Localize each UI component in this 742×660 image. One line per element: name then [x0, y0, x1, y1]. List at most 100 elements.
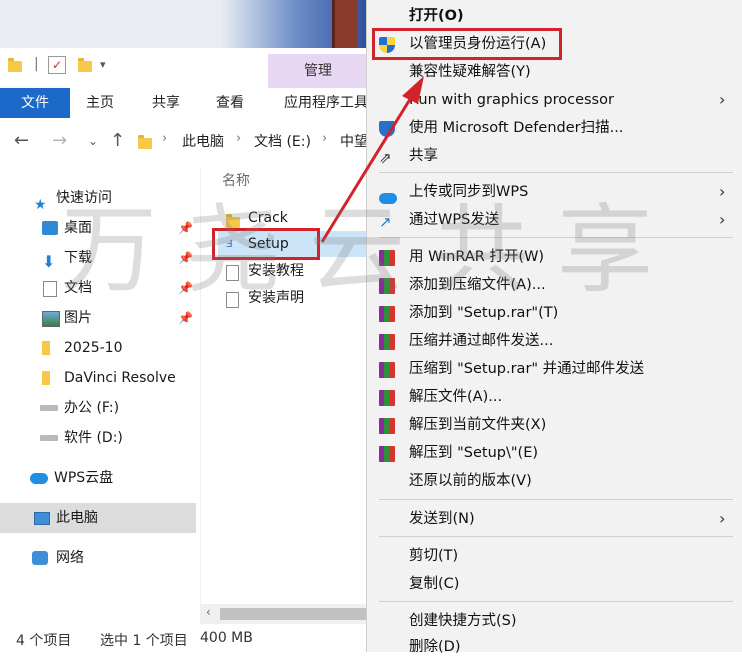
- computer-icon: [34, 512, 50, 525]
- submenu-chevron-icon: ›: [719, 509, 726, 528]
- breadcrumb-separator-icon: ›: [162, 131, 168, 146]
- winrar-icon: [379, 445, 395, 462]
- sidebar-item-pictures[interactable]: 图片 📌: [0, 303, 196, 333]
- item-count: 4 个项目: [16, 633, 72, 649]
- menu-item-wps-send[interactable]: ↗ 通过WPS发送 ›: [367, 207, 742, 233]
- winrar-icon: [379, 417, 395, 434]
- file-item-install-notice[interactable]: 安装声明: [218, 285, 368, 311]
- sidebar-item-downloads[interactable]: ⬇ 下载 📌: [0, 243, 196, 273]
- winrar-icon: [379, 249, 395, 266]
- tab-share[interactable]: 共享: [152, 88, 180, 118]
- new-folder-icon[interactable]: [78, 58, 92, 76]
- scrollbar-thumb[interactable]: [220, 608, 368, 620]
- file-item-install-guide[interactable]: 安装教程: [218, 258, 368, 284]
- forward-arrow-icon[interactable]: →: [52, 130, 67, 151]
- breadcrumb-separator-icon: ›: [322, 131, 328, 146]
- menu-item-create-shortcut[interactable]: 创建快捷方式(S): [367, 608, 742, 634]
- sidebar-item-network[interactable]: 网络: [0, 543, 196, 573]
- menu-divider: [379, 499, 733, 500]
- drive-icon: [40, 405, 58, 411]
- menu-divider: [379, 172, 733, 173]
- menu-item-run-with-gpu[interactable]: Run with graphics processor ›: [367, 87, 742, 113]
- menu-item-defender-scan[interactable]: 使用 Microsoft Defender扫描...: [367, 115, 742, 141]
- recent-locations-chevron-icon[interactable]: ⌄: [88, 134, 98, 148]
- tab-app-tools[interactable]: 应用程序工具: [284, 88, 368, 118]
- send-icon: ↗: [379, 213, 392, 231]
- menu-item-compress-setup-email[interactable]: 压缩到 "Setup.rar" 并通过邮件发送: [367, 356, 742, 382]
- sidebar-item-2025-10[interactable]: 2025-10: [0, 333, 196, 363]
- properties-icon[interactable]: ✓: [48, 56, 66, 74]
- pin-icon[interactable]: 📌: [178, 243, 193, 273]
- sidebar-item-quick-access[interactable]: ★ 快速访问: [0, 183, 196, 213]
- menu-item-cut[interactable]: 剪切(T): [367, 543, 742, 569]
- drive-icon: [40, 435, 58, 441]
- menu-item-compatibility-troubleshoot[interactable]: 兼容性疑难解答(Y): [367, 59, 742, 85]
- pin-icon[interactable]: 📌: [178, 213, 193, 243]
- menu-item-extract-files[interactable]: 解压文件(A)...: [367, 384, 742, 410]
- menu-item-compress-email[interactable]: 压缩并通过邮件发送...: [367, 328, 742, 354]
- column-header-name[interactable]: 名称: [222, 170, 250, 190]
- status-bar: 4 个项目 选中 1 个项目 400 MB: [0, 626, 368, 652]
- menu-item-send-to[interactable]: 发送到(N) ›: [367, 506, 742, 532]
- menu-item-winrar-open[interactable]: 用 WinRAR 打开(W): [367, 244, 742, 270]
- menu-item-add-to-archive[interactable]: 添加到压缩文件(A)...: [367, 272, 742, 298]
- menu-divider: [379, 536, 733, 537]
- network-icon: [32, 551, 48, 565]
- folder-icon[interactable]: [8, 58, 22, 76]
- menu-item-extract-to-setup[interactable]: 解压到 "Setup\"(E): [367, 440, 742, 466]
- tab-view[interactable]: 查看: [216, 88, 244, 118]
- defender-shield-icon: [379, 120, 395, 137]
- sidebar-item-davinci-resolve[interactable]: DaVinci Resolve: [0, 363, 196, 393]
- submenu-chevron-icon: ›: [719, 90, 726, 109]
- winrar-icon: [379, 305, 395, 322]
- menu-item-restore-versions[interactable]: 还原以前的版本(V): [367, 468, 742, 494]
- pictures-icon: [42, 311, 60, 327]
- back-arrow-icon[interactable]: ←: [14, 130, 29, 151]
- scroll-left-icon[interactable]: ‹: [206, 605, 211, 619]
- run-as-admin-highlight-box: [372, 28, 562, 60]
- document-icon: [43, 281, 57, 297]
- menu-item-open[interactable]: 打开(O): [367, 3, 742, 29]
- breadcrumb-this-pc[interactable]: 此电脑: [182, 131, 224, 151]
- folder-icon: [138, 133, 152, 154]
- desktop-background-strip: [0, 0, 368, 48]
- up-arrow-icon[interactable]: ↑: [110, 130, 125, 151]
- sidebar-item-drive-f[interactable]: 办公 (F:): [0, 393, 196, 423]
- context-menu: 打开(O) 以管理员身份运行(A) 兼容性疑难解答(Y) Run with gr…: [366, 0, 742, 655]
- winrar-icon: [379, 277, 395, 294]
- toolbar-divider: |: [34, 56, 39, 72]
- tab-home[interactable]: 主页: [86, 88, 114, 118]
- navigation-pane: ★ 快速访问 桌面 📌 ⬇ 下载 📌 文档 📌 图片 📌 2025-10 DaV…: [0, 168, 198, 628]
- menu-item-delete[interactable]: 删除(D): [367, 634, 742, 660]
- cloud-icon: [379, 187, 397, 204]
- winrar-icon: [379, 389, 395, 406]
- sidebar-item-desktop[interactable]: 桌面 📌: [0, 213, 196, 243]
- menu-item-add-to-setup-rar[interactable]: 添加到 "Setup.rar"(T): [367, 300, 742, 326]
- sidebar-item-wps-cloud[interactable]: WPS云盘: [0, 463, 196, 493]
- breadcrumb-documents-drive[interactable]: 文档 (E:): [254, 131, 311, 151]
- tab-file[interactable]: 文件: [0, 88, 70, 118]
- menu-item-copy[interactable]: 复制(C): [367, 571, 742, 597]
- sidebar-item-documents[interactable]: 文档 📌: [0, 273, 196, 303]
- sidebar-item-this-pc[interactable]: 此电脑: [0, 503, 196, 533]
- breadcrumb-current-folder[interactable]: 中望: [340, 131, 368, 151]
- menu-item-extract-here[interactable]: 解压到当前文件夹(X): [367, 412, 742, 438]
- download-icon: ⬇: [42, 252, 56, 271]
- pin-icon[interactable]: 📌: [178, 303, 193, 333]
- document-icon: [226, 291, 239, 317]
- winrar-icon: [379, 361, 395, 378]
- breadcrumb-separator-icon: ›: [236, 131, 242, 146]
- customize-toolbar-icon[interactable]: ▾: [100, 58, 106, 71]
- horizontal-scrollbar[interactable]: ‹: [200, 604, 368, 624]
- cloud-icon: [30, 473, 48, 484]
- folder-icon: [42, 371, 50, 385]
- pin-icon[interactable]: 📌: [178, 273, 193, 303]
- menu-item-wps-upload[interactable]: 上传或同步到WPS ›: [367, 179, 742, 205]
- menu-item-share[interactable]: ⇗ 共享: [367, 143, 742, 169]
- folder-icon: [42, 341, 50, 355]
- desktop-icon: [42, 221, 58, 235]
- winrar-icon: [379, 333, 395, 350]
- manage-tab[interactable]: 管理: [268, 54, 368, 88]
- sidebar-item-drive-d[interactable]: 软件 (D:): [0, 423, 196, 453]
- selection-count: 选中 1 个项目: [100, 633, 188, 649]
